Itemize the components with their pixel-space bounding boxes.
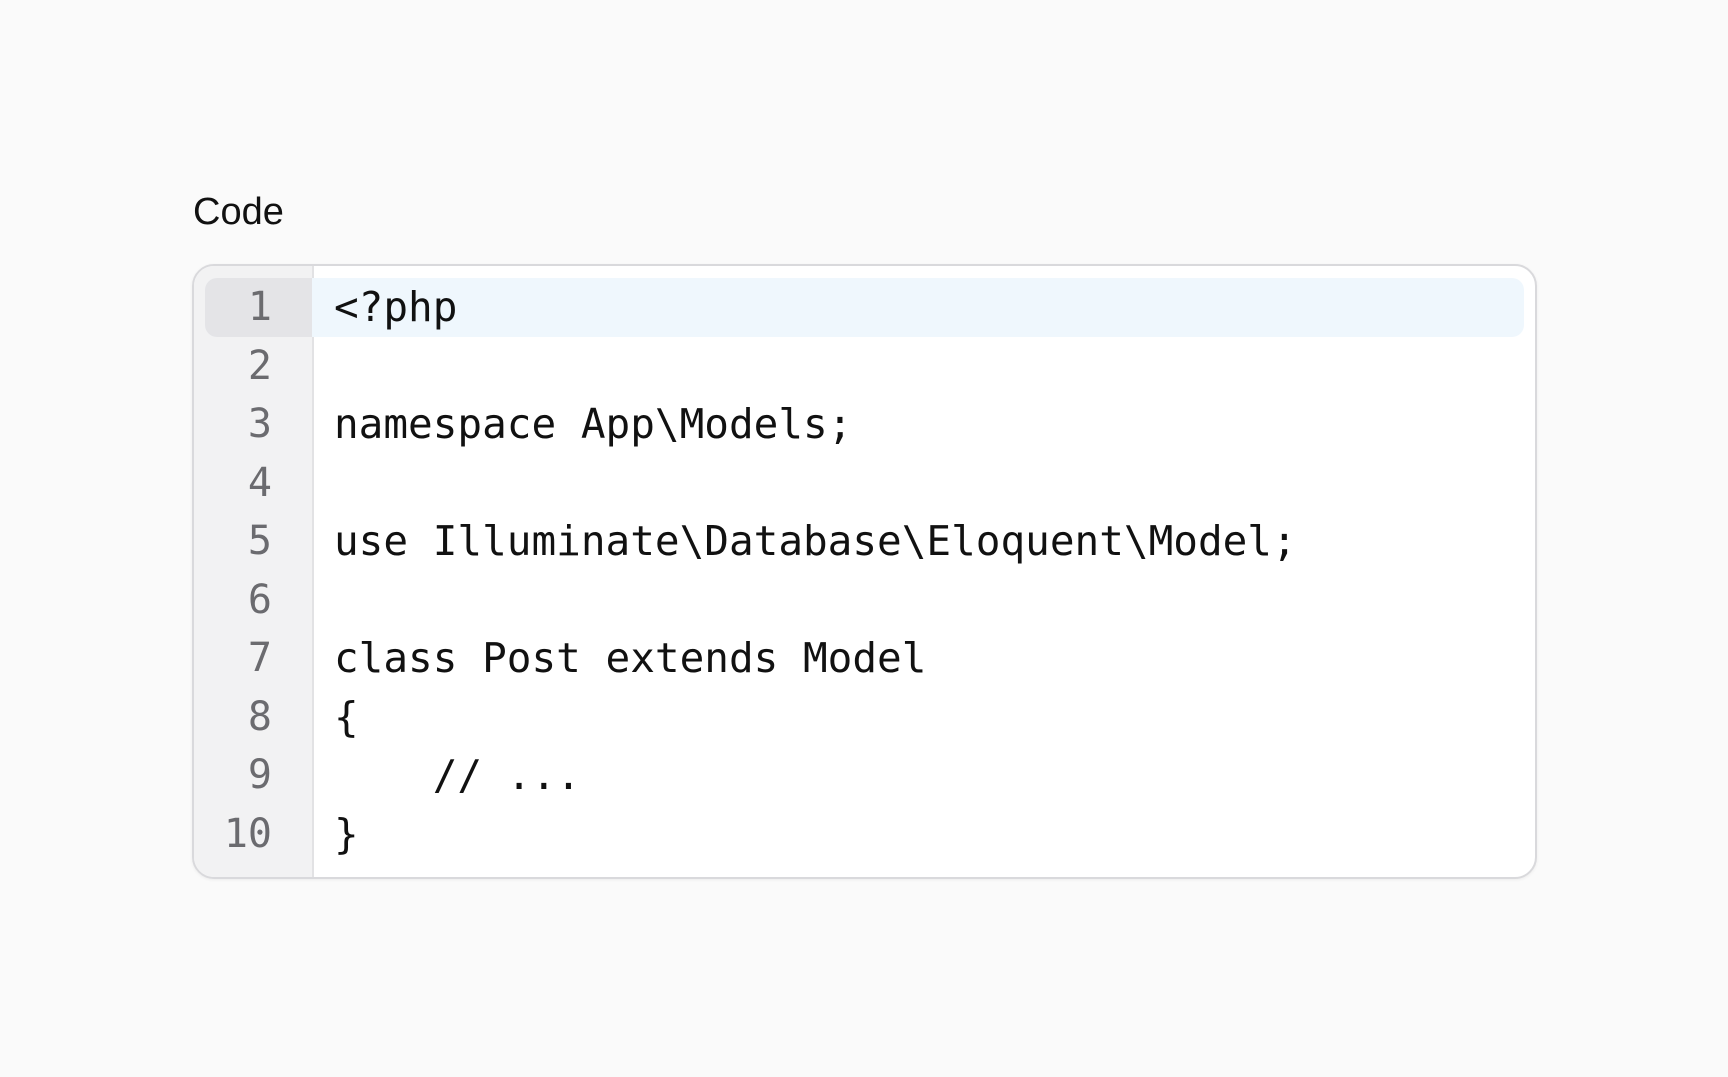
code-editor[interactable]: 1 <?php 2 3 namespace App\Models; 4 5 us… [192,264,1537,879]
line-number: 4 [247,459,272,506]
line-number: 8 [247,693,272,740]
line-number: 2 [247,342,272,389]
code-line[interactable]: 3 namespace App\Models; [205,395,1524,454]
line-text[interactable]: } [334,805,359,864]
code-field: Code 1 <?php 2 3 namespace App\Models; 4… [192,190,1537,879]
line-text[interactable]: class Post extends Model [334,629,926,688]
line-number: 3 [247,401,272,447]
line-number: 1 [205,278,312,337]
code-line[interactable]: 7 class Post extends Model [205,629,1524,688]
line-number: 10 [223,810,272,857]
line-number: 7 [247,635,272,681]
code-line[interactable]: 5 use Illuminate\Database\Eloquent\Model… [205,512,1524,571]
line-text[interactable]: { [334,688,359,747]
code-line[interactable]: 10 } [205,805,1524,864]
code-line[interactable]: 9 // ... [205,746,1524,805]
code-line[interactable]: 4 [205,454,1524,513]
line-number: 5 [247,518,272,564]
line-text[interactable]: // ... [334,746,581,805]
line-number: 6 [247,576,272,623]
line-number: 9 [247,752,272,798]
code-line[interactable]: 6 [205,571,1524,630]
code-line[interactable]: 2 [205,337,1524,396]
code-line-active[interactable]: 1 <?php [205,278,1524,337]
code-lines[interactable]: 1 <?php 2 3 namespace App\Models; 4 5 us… [205,278,1524,863]
line-text[interactable]: use Illuminate\Database\Eloquent\Model; [334,512,1297,571]
line-text[interactable]: <?php [334,278,457,337]
line-text[interactable]: namespace App\Models; [334,395,852,454]
code-field-label: Code [193,191,284,233]
code-line[interactable]: 8 { [205,688,1524,747]
